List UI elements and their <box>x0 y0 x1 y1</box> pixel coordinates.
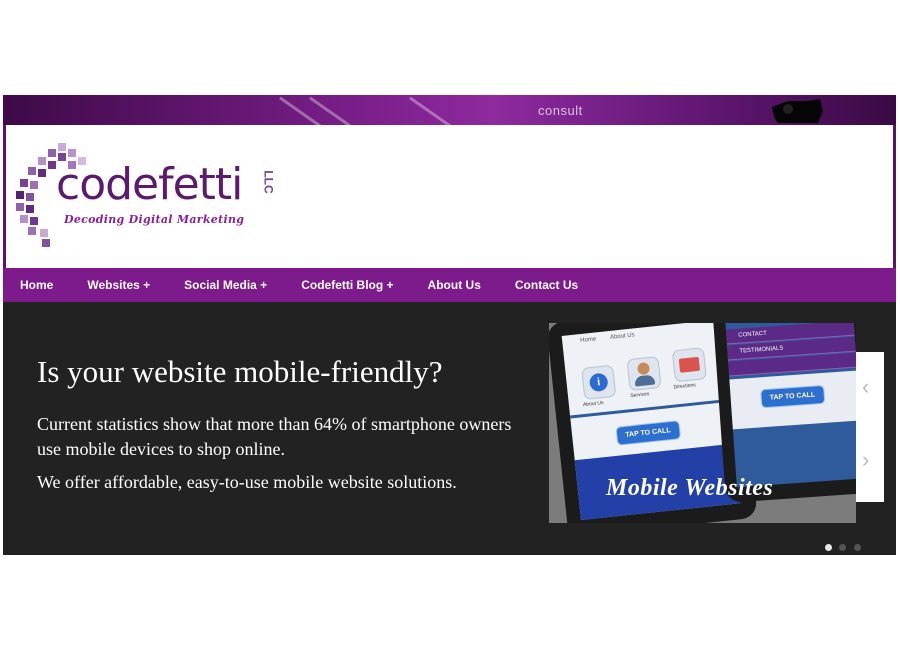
nav-websites[interactable]: Websites + <box>70 278 167 292</box>
slide-caption: Mobile Websites <box>606 475 774 501</box>
nav-blog[interactable]: Codefetti Blog + <box>284 278 410 292</box>
app-label: Directions <box>673 382 697 391</box>
nav-social-media[interactable]: Social Media + <box>167 278 284 292</box>
tagline: Decoding Digital Marketing <box>64 213 245 226</box>
hero-paragraph-stats: Current statistics show that more than 6… <box>37 414 512 459</box>
app-label: Services <box>630 391 650 400</box>
light-streak <box>279 96 330 125</box>
consult-label: consult <box>538 103 583 118</box>
nav-about-us[interactable]: About Us <box>411 278 498 292</box>
nav-contact-us[interactable]: Contact Us <box>498 278 595 292</box>
app-label: About Us <box>582 399 604 409</box>
slider-dot[interactable] <box>825 544 832 551</box>
phone-tab: Home <box>579 336 597 345</box>
camera-icon <box>768 97 826 125</box>
llc-label: LLC <box>261 170 276 194</box>
slider-image[interactable]: Home About Us i About Us Services Direct… <box>549 323 856 523</box>
hero-paragraph-offer: We offer affordable, easy-to-use mobile … <box>37 472 457 492</box>
chevron-left-icon[interactable]: ‹ <box>862 374 869 400</box>
person-icon <box>626 355 662 392</box>
website-frame: consult codefetti LLC Decoding Digital M… <box>3 95 896 555</box>
chevron-right-icon[interactable]: › <box>862 447 869 473</box>
slider-controls: ‹ › <box>856 352 884 502</box>
slider-dot[interactable] <box>853 544 861 551</box>
light-streak <box>409 96 460 125</box>
info-icon: i <box>581 364 617 400</box>
nav-home[interactable]: Home <box>3 278 70 292</box>
slider-dot[interactable] <box>839 544 847 551</box>
site-header: codefetti LLC Decoding Digital Marketing <box>3 125 896 268</box>
main-nav: Home Websites + Social Media + Codefetti… <box>3 268 896 302</box>
tap-to-call-button: TAP TO CALL <box>615 420 681 446</box>
slider-dots <box>825 538 864 556</box>
directions-icon <box>671 347 707 383</box>
brand-wordmark: codefetti <box>56 159 243 210</box>
hero-title: Is your website mobile-friendly? <box>37 354 443 389</box>
phone-screen: CONTACT TESTIMONIALS TAP TO CALL <box>725 323 856 488</box>
phone-tab: About Us <box>609 332 636 341</box>
top-bar: consult <box>3 95 896 125</box>
hero-banner: Is your website mobile-friendly? Current… <box>3 302 896 555</box>
